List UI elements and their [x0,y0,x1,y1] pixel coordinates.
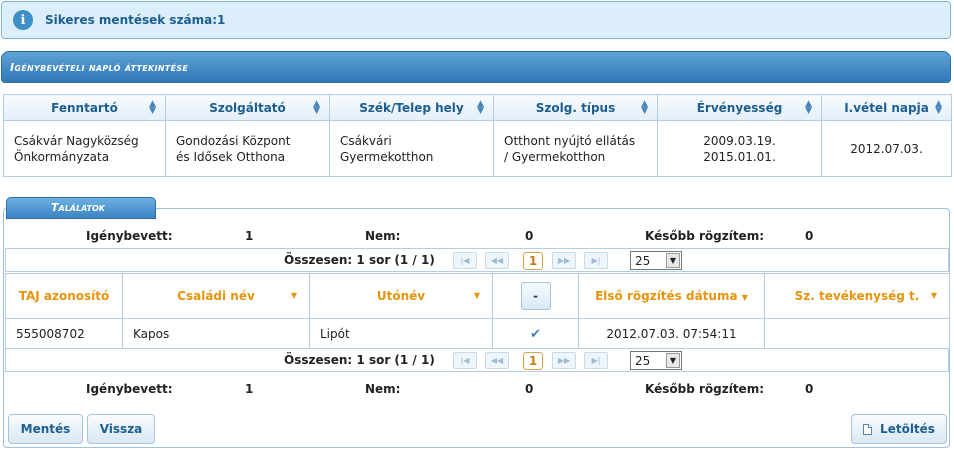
chevron-down-icon[interactable]: ▼ [666,353,680,368]
summary-igenybevett-value: 1 [245,229,254,243]
cell-utonev: Lipót [309,318,493,350]
column-header-tipus[interactable]: Szolg. típus ▲ ▼ [493,94,658,121]
sort-icon[interactable]: ▲ ▼ [805,100,812,116]
column-header-fenntarto[interactable]: Fenntartó ▲ ▼ [3,94,166,121]
summary-igenybevett-label: Igénybevett: [86,382,173,396]
next-page-button[interactable]: ▶▶ [552,352,576,369]
cell-ivetel: 2012.07.03. [821,120,952,177]
summary-top: Igénybevett: 1 Nem: 0 Később rögzítem: 0 [0,229,954,245]
cell-tevekenyseg [764,318,950,350]
cell-telep: Csákvári Gyermekotthon [329,120,494,177]
cell-taj: 555008702 [5,318,123,350]
page-size-select[interactable]: 25 ▼ [630,251,682,270]
service-overview-table: Fenntartó ▲ ▼ Szolgáltató ▲ ▼ Szék/Telep hel… [3,94,952,177]
sort-icon[interactable]: ▲ ▼ [935,100,942,116]
results-table: TAJ azonosító Családi név ▼ Utónév ▼ - Els… [5,273,950,350]
cell-fenntarto: Csákvár Nagyközség Önkormányzata [3,120,166,177]
summary-kesobb-label: Később rögzítem: [645,229,764,243]
back-button[interactable]: Vissza [87,414,155,444]
row-count: Összesen: 1 sor (1 / 1) [284,253,435,267]
cell-csaladi-nev: Kapos [122,318,310,350]
last-page-button[interactable]: ▶| [584,352,608,369]
sort-icon[interactable]: ▲ ▼ [149,100,156,116]
checkmark-icon[interactable]: ✔ [530,327,541,342]
save-button[interactable]: Mentés [8,414,83,444]
pager-top: Összesen: 1 sor (1 / 1) |◀ ◀◀ 1 ▶▶ ▶| 25… [5,248,949,272]
column-header-tevekenyseg[interactable]: Sz. tevékenység t. ▼ [764,273,950,319]
cell-ervenyesseg: 2009.03.19. 2015.01.01. [657,120,822,177]
section-title: Igénybevételi napló áttekintése [10,60,189,74]
last-page-button[interactable]: ▶| [584,252,608,269]
cell-tipus: Otthont nyújtó ellátás / Gyermekotthon [493,120,658,177]
column-header-ervenyesseg[interactable]: Érvényesség ▲ ▼ [657,94,822,121]
summary-bottom: Igénybevett: 1 Nem: 0 Később rögzítem: 0 [0,382,954,398]
column-header-select-all: - [492,273,579,319]
page-number-button[interactable]: 1 [523,252,543,270]
download-button[interactable]: Letöltés [851,414,947,444]
document-icon [863,423,873,435]
first-page-button[interactable]: |◀ [453,352,477,369]
summary-nem-label: Nem: [365,229,401,243]
table-row: Csákvár Nagyközség Önkormányzata Gondozás… [3,120,952,177]
row-count: Összesen: 1 sor (1 / 1) [284,353,435,367]
summary-igenybevett-value: 1 [245,382,254,396]
success-message-banner: i Sikeres mentések száma:1 [1,1,951,39]
summary-kesobb-label: Később rögzítem: [645,382,764,396]
summary-igenybevett-label: Igénybevett: [86,229,173,243]
toggle-all-button[interactable]: - [520,282,551,310]
summary-nem-value: 0 [525,229,534,243]
column-header-csaladi-nev[interactable]: Családi név ▼ [122,273,310,319]
cell-elso-rogzites: 2012.07.03. 07:54:11 [578,318,765,350]
section-header: Igénybevételi napló áttekintése [1,51,951,83]
column-header-elso-rogzites[interactable]: Első rögzítés dátuma ▼ [578,273,765,319]
next-page-button[interactable]: ▶▶ [552,252,576,269]
results-tab: Találatok [6,197,156,219]
sort-down-icon: ▼ [930,291,937,300]
sort-icon[interactable]: ▲ ▼ [313,100,320,116]
download-button-label: Letöltés [880,422,935,436]
table-row[interactable]: 555008702 Kapos Lipót ✔ 2012.07.03. 07:5… [5,318,950,350]
sort-down-icon: ▼ [290,291,297,300]
column-header-telep[interactable]: Szék/Telep hely ▲ ▼ [329,94,494,121]
pager-bottom: Összesen: 1 sor (1 / 1) |◀ ◀◀ 1 ▶▶ ▶| 25… [5,348,949,372]
prev-page-button[interactable]: ◀◀ [485,252,509,269]
sort-down-icon: ▼ [741,293,748,302]
chevron-down-icon[interactable]: ▼ [666,253,680,268]
prev-page-button[interactable]: ◀◀ [485,352,509,369]
column-header-taj[interactable]: TAJ azonosító [5,273,123,319]
summary-kesobb-value: 0 [805,229,814,243]
sort-icon[interactable]: ▲ ▼ [477,100,484,116]
summary-nem-value: 0 [525,382,534,396]
summary-nem-label: Nem: [365,382,401,396]
column-header-utonev[interactable]: Utónév ▼ [309,273,493,319]
info-icon: i [13,10,33,30]
page-size-select[interactable]: 25 ▼ [630,351,682,370]
first-page-button[interactable]: |◀ [453,252,477,269]
success-message-text: Sikeres mentések száma:1 [45,13,226,27]
column-header-szolgaltato[interactable]: Szolgáltató ▲ ▼ [165,94,330,121]
sort-icon[interactable]: ▲ ▼ [641,100,648,116]
sort-down-icon: ▼ [473,291,480,300]
cell-szolgaltato: Gondozási Központ és Idősek Otthona [165,120,330,177]
cell-check[interactable]: ✔ [492,318,579,350]
summary-kesobb-value: 0 [805,382,814,396]
page-number-button[interactable]: 1 [523,352,543,370]
column-header-ivetel[interactable]: I.vétel napja ▲ ▼ [821,94,952,121]
